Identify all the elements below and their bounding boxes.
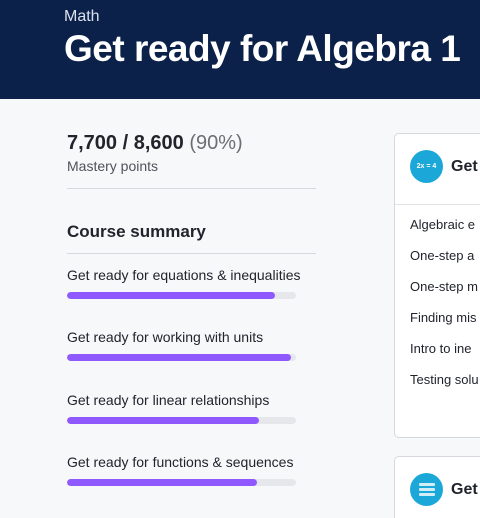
unit-card-header[interactable]: 2x = 4 Get (410, 150, 478, 183)
lesson-link[interactable]: Intro to ine (410, 340, 479, 371)
unit-link[interactable]: Get ready for equations & inequalities (67, 267, 316, 283)
mastery-points-label: Mastery points (67, 158, 159, 174)
unit-summary-item[interactable]: Get ready for working with units (67, 329, 316, 361)
unit-card-title[interactable]: Get (451, 158, 478, 176)
equation-icon: 2x = 4 (410, 150, 443, 183)
unit-progress-fill (67, 417, 260, 424)
unit-bars-icon (410, 473, 443, 506)
lesson-link[interactable]: Testing solu (410, 371, 479, 402)
page-title: Get ready for Algebra 1 (64, 28, 461, 69)
lesson-link[interactable]: One-step a (410, 247, 479, 278)
unit-card-header[interactable]: Get (410, 473, 478, 506)
unit-progress-bar (67, 417, 296, 424)
unit-card: Get (394, 456, 480, 518)
unit-progress-bar (67, 292, 296, 299)
divider (395, 204, 480, 205)
unit-link[interactable]: Get ready for functions & sequences (67, 454, 316, 470)
lesson-list: Algebraic e One-step a One-step m Findin… (410, 216, 479, 402)
unit-progress-fill (67, 292, 276, 299)
unit-progress-bar (67, 354, 296, 361)
subject-breadcrumb[interactable]: Math (64, 8, 100, 26)
unit-progress-bar (67, 479, 296, 486)
lesson-link[interactable]: One-step m (410, 278, 479, 309)
lesson-link[interactable]: Finding mis (410, 309, 479, 340)
unit-card-title[interactable]: Get (451, 481, 478, 499)
unit-progress-fill (67, 354, 292, 361)
mastery-summary: 7,700 / 8,600 (90%) Mastery points (67, 132, 243, 174)
unit-link[interactable]: Get ready for working with units (67, 329, 316, 345)
mastery-percent: (90%) (189, 132, 243, 154)
unit-link[interactable]: Get ready for linear relationships (67, 392, 316, 408)
lesson-link[interactable]: Algebraic e (410, 216, 479, 247)
mastery-points-count: 7,700 / 8,600 (67, 132, 184, 154)
course-summary-heading: Course summary (67, 222, 206, 241)
unit-summary-item[interactable]: Get ready for equations & inequalities (67, 267, 316, 299)
unit-summary-item[interactable]: Get ready for linear relationships (67, 392, 316, 424)
unit-progress-fill (67, 479, 258, 486)
unit-summary-item[interactable]: Get ready for functions & sequences (67, 454, 316, 486)
unit-card: 2x = 4 Get Algebraic e One-step a One-st… (394, 133, 480, 438)
equation-icon-text: 2x = 4 (416, 163, 437, 170)
mastery-points-value: 7,700 / 8,600 (90%) (67, 132, 243, 155)
divider (67, 188, 316, 189)
course-header: Math Get ready for Algebra 1 (0, 0, 480, 99)
divider (67, 253, 316, 254)
